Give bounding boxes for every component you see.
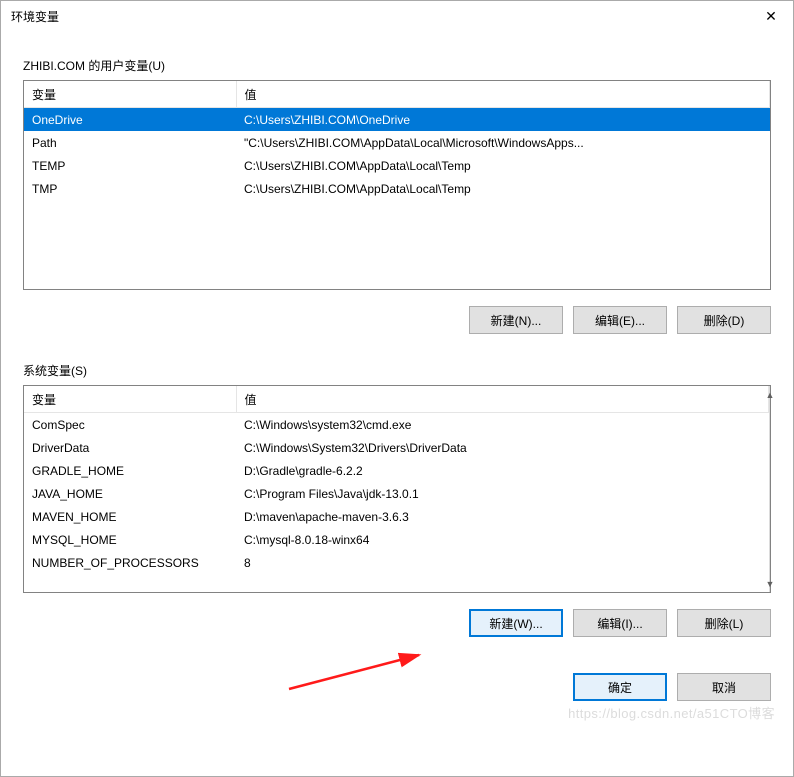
system-vars-label: 系统变量(S) — [23, 362, 771, 379]
user-vars-group: ZHIBI.COM 的用户变量(U) 变量 值 OneDriveC:\Users… — [23, 57, 771, 334]
env-vars-dialog: 环境变量 ✕ ZHIBI.COM 的用户变量(U) 变量 值 OneDriveC… — [0, 0, 794, 777]
close-icon[interactable]: ✕ — [751, 2, 791, 30]
user-vars-buttons: 新建(N)... 编辑(E)... 删除(D) — [23, 306, 771, 334]
var-name-cell: TMP — [24, 177, 236, 200]
titlebar: 环境变量 ✕ — [1, 1, 793, 31]
table-row[interactable]: GRADLE_HOMED:\Gradle\gradle-6.2.2 — [24, 459, 768, 482]
table-header-row: 变量 值 — [24, 386, 768, 413]
col-header-name[interactable]: 变量 — [24, 386, 236, 413]
var-value-cell: 8 — [236, 551, 768, 574]
table-row[interactable]: JAVA_HOMEC:\Program Files\Java\jdk-13.0.… — [24, 482, 768, 505]
system-vars-buttons: 新建(W)... 编辑(I)... 删除(L) — [23, 609, 771, 637]
col-header-value[interactable]: 值 — [236, 386, 768, 413]
user-vars-label: ZHIBI.COM 的用户变量(U) — [23, 57, 771, 74]
var-value-cell: C:\Windows\system32\cmd.exe — [236, 413, 768, 437]
table-row[interactable]: DriverDataC:\Windows\System32\Drivers\Dr… — [24, 436, 768, 459]
system-vars-table[interactable]: 变量 值 ComSpecC:\Windows\system32\cmd.exeD… — [23, 385, 771, 593]
user-vars-table[interactable]: 变量 值 OneDriveC:\Users\ZHIBI.COM\OneDrive… — [23, 80, 771, 290]
var-value-cell: C:\mysql-8.0.18-winx64 — [236, 528, 768, 551]
var-value-cell: C:\Users\ZHIBI.COM\AppData\Local\Temp — [236, 154, 770, 177]
var-name-cell: NUMBER_OF_PROCESSORS — [24, 551, 236, 574]
var-name-cell: Path — [24, 131, 236, 154]
table-row[interactable]: NUMBER_OF_PROCESSORS8 — [24, 551, 768, 574]
table-row[interactable]: Path"C:\Users\ZHIBI.COM\AppData\Local\Mi… — [24, 131, 770, 154]
var-value-cell: C:\Users\ZHIBI.COM\OneDrive — [236, 108, 770, 132]
cancel-button[interactable]: 取消 — [677, 673, 771, 701]
table-row[interactable]: MAVEN_HOMED:\maven\apache-maven-3.6.3 — [24, 505, 768, 528]
var-name-cell: MYSQL_HOME — [24, 528, 236, 551]
var-value-cell: C:\Program Files\Java\jdk-13.0.1 — [236, 482, 768, 505]
user-edit-button[interactable]: 编辑(E)... — [573, 306, 667, 334]
var-name-cell: MAVEN_HOME — [24, 505, 236, 528]
user-new-button[interactable]: 新建(N)... — [469, 306, 563, 334]
system-vars-group: 系统变量(S) 变量 值 ComSpecC:\Windows\system32\… — [23, 362, 771, 637]
table-header-row: 变量 值 — [24, 81, 770, 108]
table-row[interactable]: MYSQL_HOMEC:\mysql-8.0.18-winx64 — [24, 528, 768, 551]
scrollbar[interactable]: ▲ ▼ — [769, 386, 770, 592]
var-name-cell: GRADLE_HOME — [24, 459, 236, 482]
var-value-cell: C:\Users\ZHIBI.COM\AppData\Local\Temp — [236, 177, 770, 200]
window-title: 环境变量 — [11, 8, 59, 25]
var-name-cell: ComSpec — [24, 413, 236, 437]
col-header-name[interactable]: 变量 — [24, 81, 236, 108]
var-value-cell: D:\maven\apache-maven-3.6.3 — [236, 505, 768, 528]
system-new-button[interactable]: 新建(W)... — [469, 609, 563, 637]
var-name-cell: DriverData — [24, 436, 236, 459]
var-value-cell: C:\Windows\System32\Drivers\DriverData — [236, 436, 768, 459]
table-row[interactable]: TMPC:\Users\ZHIBI.COM\AppData\Local\Temp — [24, 177, 770, 200]
system-edit-button[interactable]: 编辑(I)... — [573, 609, 667, 637]
col-header-value[interactable]: 值 — [236, 81, 770, 108]
var-name-cell: JAVA_HOME — [24, 482, 236, 505]
var-name-cell: OneDrive — [24, 108, 236, 132]
var-value-cell: D:\Gradle\gradle-6.2.2 — [236, 459, 768, 482]
table-row[interactable]: TEMPC:\Users\ZHIBI.COM\AppData\Local\Tem… — [24, 154, 770, 177]
ok-button[interactable]: 确定 — [573, 673, 667, 701]
table-row[interactable]: OneDriveC:\Users\ZHIBI.COM\OneDrive — [24, 108, 770, 132]
var-name-cell: TEMP — [24, 154, 236, 177]
var-value-cell: "C:\Users\ZHIBI.COM\AppData\Local\Micros… — [236, 131, 770, 154]
user-delete-button[interactable]: 删除(D) — [677, 306, 771, 334]
dialog-footer: 确定 取消 — [1, 673, 793, 715]
system-delete-button[interactable]: 删除(L) — [677, 609, 771, 637]
table-row[interactable]: ComSpecC:\Windows\system32\cmd.exe — [24, 413, 768, 437]
